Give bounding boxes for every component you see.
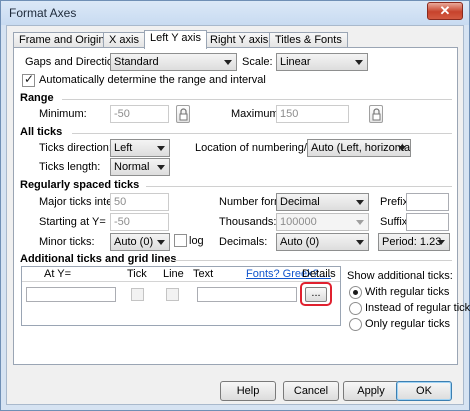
thousands-label: Thousands:	[219, 216, 277, 228]
additional-ticks-divider	[174, 260, 452, 261]
maximum-label: Maximum:	[231, 108, 282, 120]
decimals-select[interactable]: Auto (0)	[276, 233, 369, 251]
lock-icon	[179, 108, 188, 121]
minor-ticks-label: Minor ticks:	[39, 236, 95, 248]
location-value: Auto (Left, horizontal)	[311, 142, 411, 154]
column-line: Line	[163, 268, 184, 280]
location-select[interactable]: Auto (Left, horizontal)	[307, 139, 411, 157]
number-format-select[interactable]: Decimal	[276, 193, 369, 211]
close-icon: ✕	[439, 3, 451, 18]
ticks-length-select[interactable]: Normal	[110, 158, 170, 176]
chevron-down-icon	[356, 220, 364, 225]
decimals-label: Decimals:	[219, 236, 268, 248]
format-axes-dialog: Format Axes ✕ Frame and Origin X axis Le…	[0, 0, 470, 411]
starting-at-label: Starting at Y=	[39, 216, 106, 228]
tab-right-y-axis[interactable]: Right Y axis	[204, 32, 275, 48]
at-y-input[interactable]	[26, 287, 116, 302]
show-additional-label: Show additional ticks:	[347, 270, 453, 282]
log-label: log	[189, 235, 204, 247]
gaps-direction-label: Gaps and Direction:	[25, 56, 123, 68]
radio-with-regular[interactable]	[349, 286, 362, 299]
scale-select[interactable]: Linear	[276, 53, 368, 71]
cancel-button[interactable]: Cancel	[283, 381, 339, 401]
tick-checkbox[interactable]	[131, 288, 144, 301]
ticks-direction-label: Ticks direction:	[39, 142, 112, 154]
window-title: Format Axes	[9, 6, 77, 20]
regular-ticks-heading: Regularly spaced ticks	[20, 179, 140, 191]
chevron-down-icon	[157, 165, 165, 170]
additional-ticks-grid: At Y= Tick Line Text Fonts? Greek?.... D…	[21, 266, 341, 326]
apply-button[interactable]: Apply	[343, 381, 399, 401]
minimum-label: Minimum:	[39, 108, 87, 120]
major-interval-input[interactable]: 50	[110, 193, 169, 211]
thousands-value: 100000	[280, 216, 317, 228]
grid-header: At Y= Tick Line Text Fonts? Greek?.... D…	[22, 267, 340, 282]
chevron-down-icon	[224, 60, 232, 65]
lock-maximum-button[interactable]	[369, 105, 383, 123]
chevron-down-icon	[437, 240, 445, 245]
range-heading: Range	[20, 92, 54, 104]
gaps-direction-value: Standard	[114, 56, 159, 68]
lock-icon	[372, 108, 381, 121]
radio-only-regular-label: Only regular ticks	[365, 318, 450, 330]
regular-ticks-divider	[146, 186, 452, 187]
column-text: Text	[193, 268, 214, 280]
range-divider	[62, 99, 452, 100]
tab-frame-and-origin[interactable]: Frame and Origin	[13, 32, 111, 48]
thousands-select[interactable]: 100000	[276, 213, 369, 231]
radio-with-regular-label: With regular ticks	[365, 286, 450, 298]
gaps-direction-select[interactable]: Standard	[110, 53, 237, 71]
all-ticks-divider	[72, 133, 452, 134]
ok-button[interactable]: OK	[396, 381, 452, 401]
minor-ticks-value: Auto (0)	[114, 236, 154, 248]
minor-ticks-select[interactable]: Auto (0)	[110, 233, 170, 251]
radio-instead-of-regular[interactable]	[349, 302, 362, 315]
all-ticks-heading: All ticks	[20, 126, 63, 138]
ticks-direction-value: Left	[114, 142, 133, 154]
radio-instead-of-regular-label: Instead of regular ticks	[365, 302, 470, 314]
chevron-down-icon	[157, 240, 165, 245]
ticks-length-value: Normal	[114, 161, 150, 173]
log-checkbox[interactable]	[174, 234, 187, 247]
tab-left-y-axis[interactable]: Left Y axis	[144, 30, 207, 49]
dialog-body: Frame and Origin X axis Left Y axis Righ…	[6, 25, 470, 405]
suffix-input[interactable]	[406, 213, 449, 231]
additional-ticks-heading: Additional ticks and grid lines	[20, 253, 177, 265]
column-at-y: At Y=	[44, 268, 72, 280]
chevron-down-icon	[398, 146, 406, 151]
chevron-down-icon	[355, 60, 363, 65]
ticks-length-label: Ticks length:	[39, 161, 101, 173]
left-y-axis-panel: Gaps and Direction: Standard Scale: Line…	[13, 47, 470, 365]
close-button[interactable]: ✕	[427, 2, 463, 20]
chevron-down-icon	[356, 240, 364, 245]
tick-text-input[interactable]	[197, 287, 297, 302]
minimum-input[interactable]: -50	[110, 105, 169, 123]
prefix-input[interactable]	[406, 193, 449, 211]
number-format-value: Decimal	[280, 196, 320, 208]
auto-range-checkbox[interactable]	[22, 72, 35, 87]
lock-minimum-button[interactable]	[176, 105, 190, 123]
help-button[interactable]: Help	[220, 381, 276, 401]
decimals-value: Auto (0)	[280, 236, 320, 248]
auto-range-label: Automatically determine the range and in…	[39, 74, 266, 86]
title-bar[interactable]: Format Axes ✕	[1, 1, 469, 25]
ticks-direction-select[interactable]: Left	[110, 139, 170, 157]
radio-only-regular[interactable]	[349, 318, 362, 331]
column-tick: Tick	[127, 268, 147, 280]
maximum-input[interactable]: 150	[276, 105, 349, 123]
line-checkbox[interactable]	[166, 288, 179, 301]
chevron-down-icon	[157, 146, 165, 151]
scale-value: Linear	[280, 56, 311, 68]
period-value: Period: 1.23	[382, 236, 442, 248]
column-details: Details	[302, 268, 336, 280]
tab-x-axis[interactable]: X axis	[103, 32, 145, 48]
details-button[interactable]: ...	[305, 287, 327, 302]
starting-at-input[interactable]: -50	[110, 213, 169, 231]
tab-titles-fonts[interactable]: Titles & Fonts	[269, 32, 348, 48]
period-select[interactable]: Period: 1.23	[378, 233, 450, 251]
chevron-down-icon	[356, 200, 364, 205]
scale-label: Scale:	[242, 56, 273, 68]
